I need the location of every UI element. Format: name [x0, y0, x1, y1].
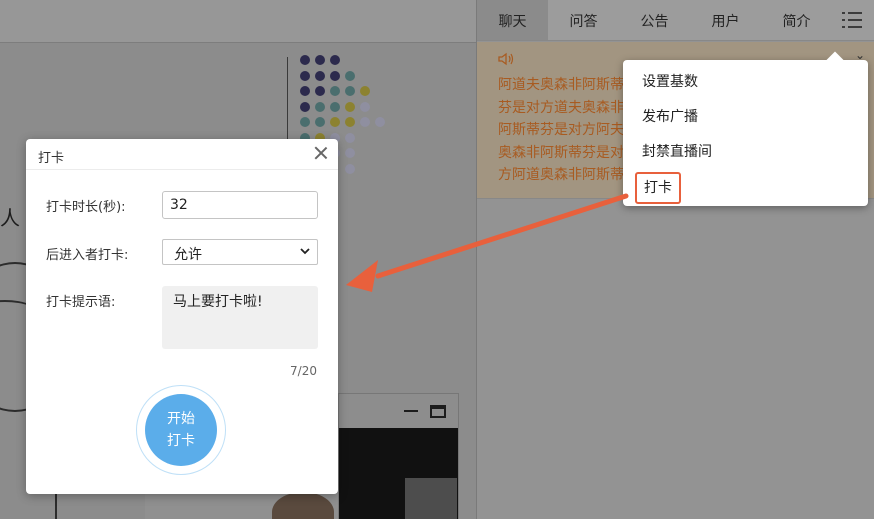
- prompt-textarea[interactable]: [162, 286, 318, 349]
- list-menu-icon[interactable]: [832, 0, 872, 40]
- decorative-dot: [315, 117, 325, 127]
- decorative-dot: [300, 117, 310, 127]
- dialog-divider: [26, 169, 338, 170]
- start-button-ring: 开始 打卡: [136, 385, 226, 475]
- slide-toolbar: [0, 0, 476, 43]
- slide-text: 人: [0, 206, 20, 230]
- decorative-dot: [315, 101, 325, 112]
- decorative-dot: [330, 117, 340, 127]
- maximize-icon[interactable]: [430, 404, 446, 418]
- decorative-dot: [300, 55, 310, 65]
- speaker-icon: [498, 52, 514, 66]
- char-counter: 7/20: [290, 364, 317, 378]
- menu-item-set-base[interactable]: 设置基数: [642, 70, 698, 94]
- menu-item-ban-room[interactable]: 封禁直播间: [642, 140, 712, 164]
- decorative-dot: [330, 70, 340, 81]
- decorative-dot: [300, 86, 310, 96]
- chevron-down-icon: [300, 248, 310, 255]
- slide-divider: [287, 57, 288, 147]
- decorative-dot: [315, 55, 325, 65]
- minimize-icon[interactable]: [404, 410, 418, 412]
- prompt-label: 打卡提示语:: [46, 295, 116, 310]
- panel-tabs: 聊天 问答 公告 用户 简介: [477, 0, 874, 41]
- slide-illustration-box: [55, 492, 150, 519]
- menu-item-checkin[interactable]: 打卡: [635, 172, 681, 204]
- duration-label: 打卡时长(秒):: [46, 200, 126, 215]
- decorative-dot: [345, 117, 355, 127]
- tab-users[interactable]: 用户: [690, 0, 761, 40]
- decorative-dot: [360, 101, 370, 112]
- late-checkin-label: 后进入者打卡:: [46, 248, 129, 263]
- decorative-dot: [360, 86, 370, 96]
- dialog-title: 打卡: [38, 151, 65, 166]
- decorative-dot: [345, 70, 355, 81]
- more-menu-dropdown: 设置基数 发布广播 封禁直播间 打卡: [623, 60, 868, 206]
- decorative-dot: [330, 86, 340, 96]
- duration-input[interactable]: [162, 191, 318, 219]
- notice-text: 阿道夫奥森非阿斯蒂芬是对方道夫奥森非阿斯蒂芬是对方阿夫奥森非阿斯蒂芬是对方阿道奥…: [498, 77, 624, 183]
- decorative-dot: [330, 101, 340, 112]
- decorative-dot: [360, 117, 370, 127]
- decorative-dot: [345, 86, 355, 96]
- checkin-dialog: 打卡 打卡时长(秒): 后进入者打卡: 允许 打卡提示语: 7/20 开始 打卡: [26, 139, 338, 494]
- close-icon[interactable]: [313, 145, 329, 161]
- decorative-dot: [345, 101, 355, 112]
- tab-announcement[interactable]: 公告: [619, 0, 690, 40]
- tab-qa[interactable]: 问答: [548, 0, 619, 40]
- decorative-dot: [315, 86, 325, 96]
- decorative-dot: [315, 70, 325, 81]
- decorative-dot: [300, 70, 310, 81]
- decorative-dot: [330, 55, 340, 65]
- video-frame-right: [405, 478, 457, 519]
- tab-chat[interactable]: 聊天: [477, 0, 548, 40]
- start-button-line1: 开始: [167, 411, 195, 427]
- video-window-titlebar: [339, 394, 458, 428]
- menu-item-broadcast[interactable]: 发布广播: [642, 105, 698, 129]
- decorative-dot: [345, 132, 355, 143]
- decorative-dot: [300, 101, 310, 112]
- start-checkin-button[interactable]: 开始 打卡: [145, 394, 217, 466]
- decorative-dot: [345, 163, 355, 174]
- start-button-line2: 打卡: [167, 433, 195, 449]
- tab-intro[interactable]: 简介: [761, 0, 832, 40]
- decorative-dot: [375, 117, 385, 127]
- late-checkin-value: 允许: [174, 247, 202, 263]
- decorative-dot: [345, 148, 355, 158]
- late-checkin-select[interactable]: 允许: [162, 239, 318, 265]
